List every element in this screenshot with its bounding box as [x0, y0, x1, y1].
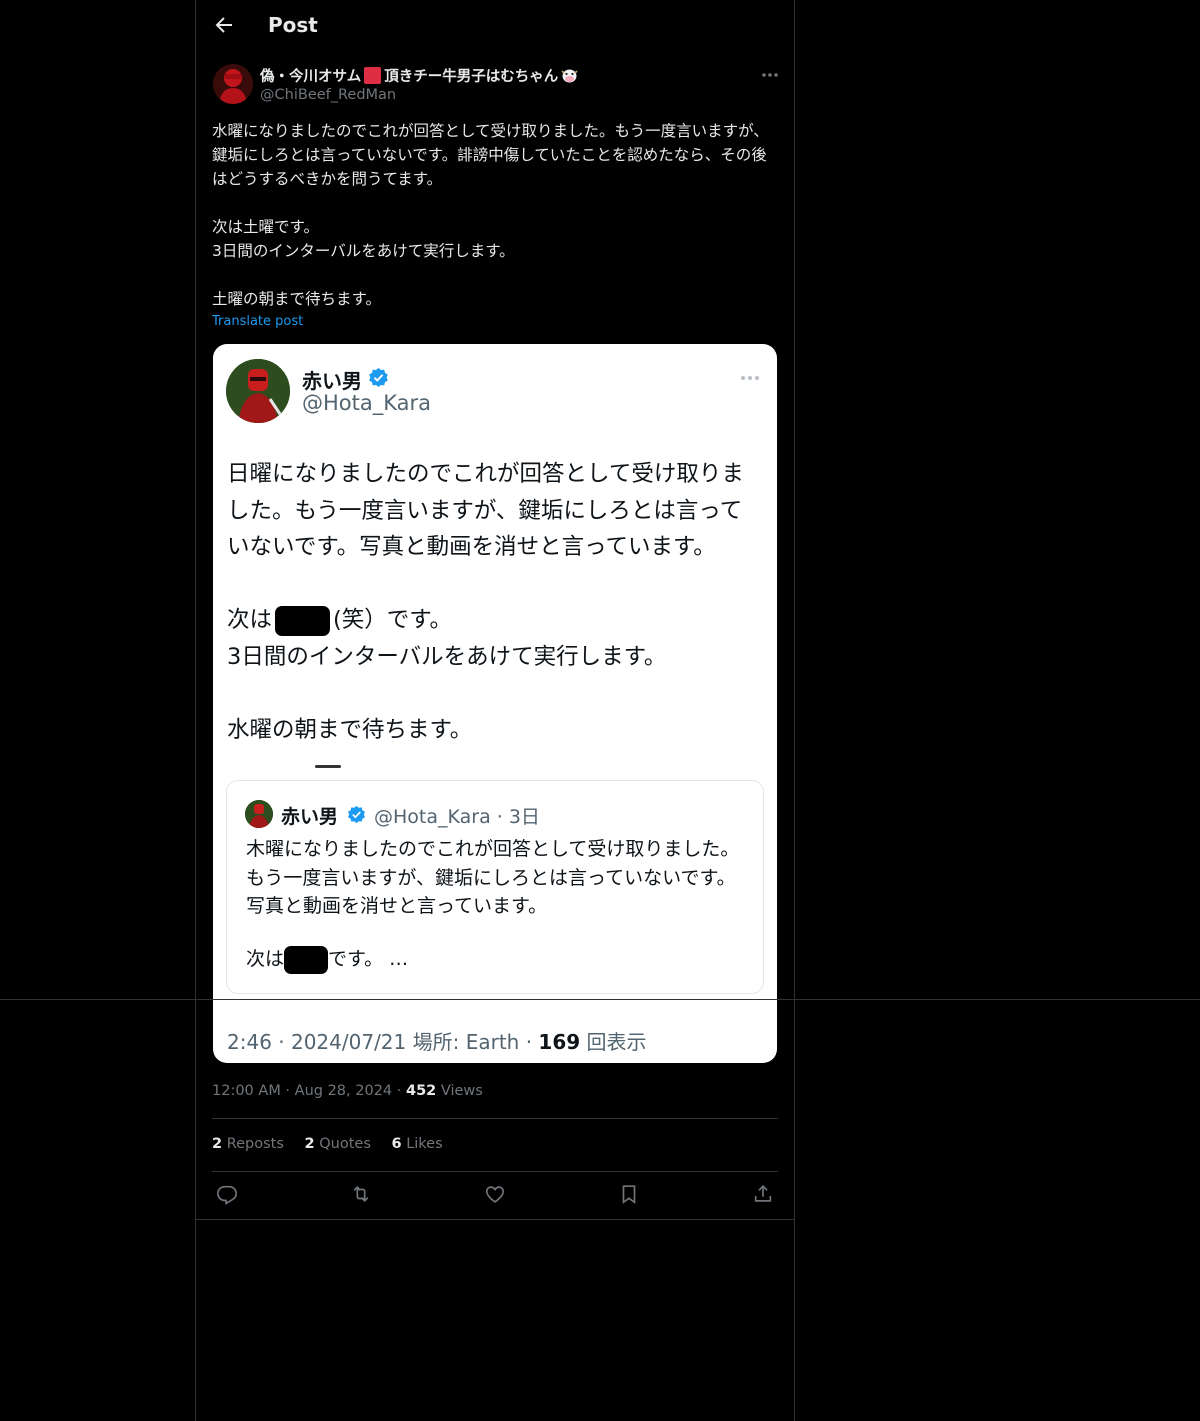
screenshot-handle: @Hota_Kara	[302, 391, 432, 415]
screenshot-more-icon	[739, 371, 761, 385]
post-date[interactable]: Aug 28, 2024	[295, 1083, 393, 1099]
engagement-stats: 2 Reposts 2 Quotes 6 Likes	[212, 1136, 459, 1152]
primary-column: Post 偽・今川オサム 頂きチー牛男子はむちゃん @ChiBeef_RedMan…	[195, 0, 795, 1421]
likes-count: 6	[391, 1136, 402, 1152]
screenshot-name: 赤い男	[302, 369, 362, 393]
reply-icon[interactable]	[216, 1183, 238, 1205]
cow-face-emoji-icon	[561, 68, 578, 84]
author-avatar[interactable]	[213, 64, 253, 104]
quote-text: 木曜になりましたのでこれが回答として受け取りました。もう一度言いますが、鍵垢にし…	[246, 838, 740, 917]
screenshot-views-label: 回表示	[586, 1030, 647, 1054]
quote-verified-icon	[347, 805, 366, 824]
like-icon[interactable]	[484, 1183, 506, 1205]
next-suffix: (笑）です。	[333, 607, 453, 633]
translate-post-link[interactable]: Translate post	[212, 314, 303, 329]
viewport-divider	[0, 999, 1200, 1000]
screenshot-quoted-post: 赤い男 @Hota_Kara · 3日 木曜になりましたのでこれが回答として受け…	[226, 780, 764, 994]
views-count: 452	[405, 1083, 437, 1099]
divider	[212, 1118, 778, 1119]
quote-last-prefix: 次は	[246, 948, 285, 970]
quote-handle-date: @Hota_Kara · 3日	[374, 806, 540, 828]
post-time[interactable]: 12:00 AM	[212, 1083, 281, 1099]
next-prefix: 次は	[227, 607, 273, 633]
divider-mark	[315, 765, 341, 768]
post-text: 水曜になりましたのでこれが回答として受け取りました。もう一度言いますが、鍵垢にし…	[212, 122, 769, 308]
screenshot-wait-line: 水曜の朝まで待ちます。	[227, 717, 473, 743]
screenshot-meta: 2:46 · 2024/07/21 場所: Earth · 169 回表示	[227, 1026, 647, 1055]
reposts-count: 2	[212, 1136, 223, 1152]
likes-stat[interactable]: 6 Likes	[391, 1136, 442, 1152]
author-handle[interactable]: @ChiBeef_RedMan	[260, 87, 396, 103]
attached-screenshot-image[interactable]: 赤い男 @Hota_Kara 日曜になりましたのでこれが回答として受け取りました…	[213, 344, 777, 1063]
screenshot-interval-line: 3日間のインターバルをあけて実行します。	[227, 644, 667, 670]
redaction-block	[275, 605, 331, 636]
screenshot-meta-time: 2:46 · 2024/07/21 場所: Earth ·	[227, 1030, 533, 1054]
reposts-label: Reposts	[226, 1136, 284, 1152]
quotes-stat[interactable]: 2 Quotes	[305, 1136, 371, 1152]
author-name-text: 偽・今川オサム	[260, 69, 362, 85]
quote-redaction-block	[284, 945, 329, 974]
divider	[196, 1219, 794, 1220]
bookmark-icon[interactable]	[618, 1183, 640, 1205]
quote-name: 赤い男	[281, 806, 339, 828]
red-square-emoji-icon	[364, 67, 382, 84]
author-name-suffix: 頂きチー牛男子はむちゃん	[384, 69, 559, 85]
quotes-label: Quotes	[319, 1136, 371, 1152]
screenshot-views-count: 169	[538, 1030, 581, 1054]
author-display-name[interactable]: 偽・今川オサム 頂きチー牛男子はむちゃん	[260, 65, 578, 86]
quote-avatar	[245, 800, 273, 828]
action-bar	[196, 1183, 794, 1207]
post-timestamp-row: 12:00 AM · Aug 28, 2024 · 452 Views	[212, 1083, 483, 1099]
more-icon[interactable]	[760, 68, 780, 82]
top-bar: Post	[196, 0, 794, 53]
quotes-count: 2	[304, 1136, 315, 1152]
divider	[212, 1171, 778, 1172]
back-arrow-icon[interactable]	[212, 13, 236, 37]
reposts-stat[interactable]: 2 Reposts	[212, 1136, 284, 1152]
page-title: Post	[268, 13, 318, 37]
quote-last-line: 次は です。 …	[246, 945, 408, 974]
screenshot-avatar	[226, 359, 290, 423]
screenshot-main-text: 日曜になりましたのでこれが回答として受け取りました。もう一度言いますが、鍵垢にし…	[227, 461, 744, 560]
views-label: Views	[440, 1083, 483, 1099]
likes-label: Likes	[406, 1136, 443, 1152]
share-icon[interactable]	[752, 1183, 774, 1205]
verified-icon	[368, 367, 389, 388]
screenshot-next-line: 次は (笑）です。	[227, 602, 452, 639]
repost-icon[interactable]	[350, 1183, 372, 1205]
quote-last-suffix: です。 …	[328, 948, 409, 970]
